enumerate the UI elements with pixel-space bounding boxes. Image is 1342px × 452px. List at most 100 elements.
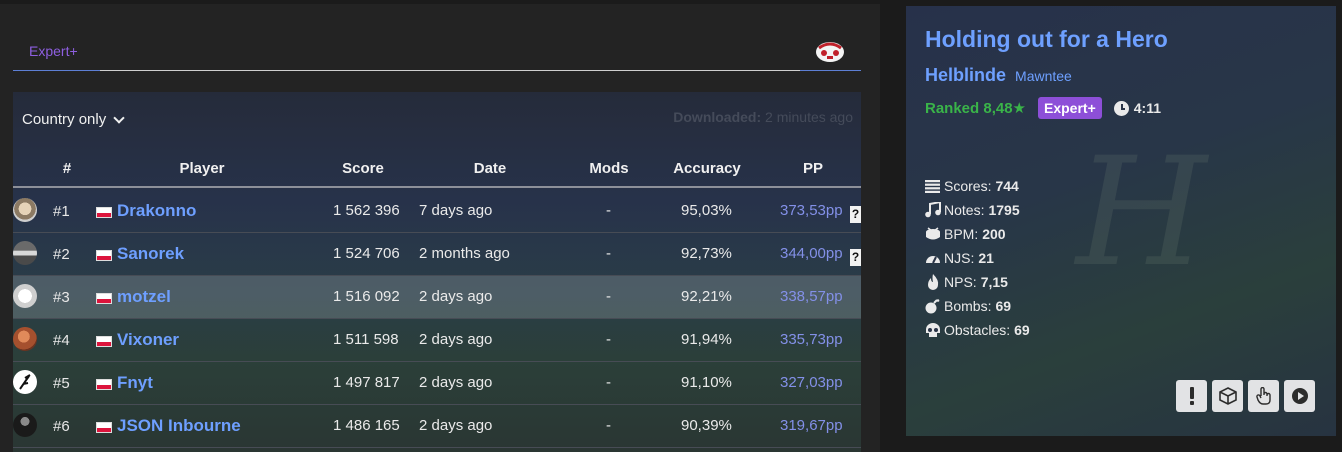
- rank: #2: [53, 246, 70, 263]
- tab-divider-right: [800, 70, 861, 71]
- player-name[interactable]: Fnyt: [117, 373, 153, 393]
- accuracy: 95,03%: [681, 202, 732, 219]
- song-status: Ranked 8,48★ Expert+ 4:11: [925, 96, 1161, 120]
- downloaded-label: Downloaded:: [673, 109, 762, 125]
- question-icon[interactable]: ?: [850, 206, 861, 223]
- poland-flag-icon: [96, 379, 112, 390]
- player-name[interactable]: Vixoner: [117, 330, 179, 350]
- flame-icon: [924, 274, 941, 290]
- poland-flag-icon: [96, 422, 112, 433]
- stat-value: 744: [995, 178, 1019, 194]
- report-button[interactable]: [1176, 380, 1207, 412]
- tab-expert-plus[interactable]: Expert+: [13, 32, 100, 71]
- col-accuracy[interactable]: Accuracy: [673, 160, 741, 177]
- chevron-down-icon: [113, 111, 125, 124]
- score: 1 511 598: [333, 331, 399, 348]
- downloaded-value: 2 minutes ago: [765, 109, 853, 125]
- date: 2 days ago: [419, 417, 493, 434]
- stat-notes: Notes: 1795: [924, 198, 1030, 222]
- table-row[interactable]: #6 JSON Inbourne 1 486 165 2 days ago - …: [13, 405, 861, 448]
- col-score[interactable]: Score: [342, 160, 384, 177]
- date: 2 months ago: [419, 245, 510, 262]
- play-icon: [1291, 388, 1308, 404]
- player-name[interactable]: JSON Inbourne: [117, 416, 241, 436]
- stat-label: NJS:: [944, 250, 975, 266]
- accuracy: 90,39%: [681, 417, 732, 434]
- accuracy: 92,21%: [681, 288, 732, 305]
- poland-flag-icon: [96, 293, 112, 304]
- table-row[interactable]: #2 Sanorek 1 524 706 2 months ago - 92,7…: [13, 233, 861, 276]
- score: 1 497 817: [333, 374, 400, 391]
- col-rank[interactable]: #: [63, 160, 71, 177]
- col-pp[interactable]: PP: [803, 160, 823, 177]
- mods: -: [606, 245, 611, 262]
- player-name[interactable]: Drakonno: [117, 201, 196, 221]
- downloaded-status: Downloaded: 2 minutes ago: [673, 109, 853, 125]
- avatar[interactable]: [13, 413, 37, 437]
- map-logo-icon[interactable]: [814, 38, 846, 64]
- tab-divider: [100, 70, 800, 71]
- exclamation-icon: [1189, 387, 1194, 405]
- song-author: Helblinde: [925, 65, 1007, 85]
- leaderboard-table: Country only Downloaded: 2 minutes ago #…: [13, 92, 861, 452]
- col-date[interactable]: Date: [474, 160, 507, 177]
- col-player[interactable]: Player: [179, 160, 224, 177]
- avatar[interactable]: [13, 284, 37, 308]
- skull-icon: [924, 322, 941, 338]
- bomb-icon: [924, 298, 941, 314]
- table-row[interactable]: #1 Drakonno 1 562 396 7 days ago - 95,03…: [13, 190, 861, 233]
- avatar[interactable]: [13, 198, 37, 222]
- table-row[interactable]: #4 Vixoner 1 511 598 2 days ago - 91,94%…: [13, 319, 861, 362]
- stat-label: Scores:: [944, 178, 992, 194]
- country-filter-dropdown[interactable]: Country only: [22, 111, 125, 128]
- stat-value: 69: [1014, 322, 1030, 338]
- pp: 327,03pp: [780, 374, 843, 391]
- col-mods[interactable]: Mods: [589, 160, 628, 177]
- rank: #5: [53, 375, 70, 392]
- stat-bpm: BPM: 200: [924, 222, 1030, 246]
- box-icon: [1218, 387, 1237, 405]
- table-header: # Player Score Date Mods Accuracy PP: [13, 150, 861, 188]
- stat-label: Notes:: [944, 202, 985, 218]
- song-info-panel: H Holding out for a Hero Helblinde Mawnt…: [906, 6, 1336, 436]
- mods: -: [606, 417, 611, 434]
- leaderboard-panel: Expert+ Country only Downloaded: 2 minut…: [0, 4, 880, 452]
- avatar[interactable]: [13, 241, 37, 265]
- stat-label: Obstacles:: [944, 322, 1011, 338]
- preview-button[interactable]: [1284, 380, 1315, 412]
- mods: -: [606, 202, 611, 219]
- accuracy: 92,73%: [681, 245, 732, 262]
- mods: -: [606, 288, 611, 305]
- rank: #3: [53, 289, 70, 306]
- stat-scores: Scores: 744: [924, 174, 1030, 198]
- mods: -: [606, 374, 611, 391]
- poland-flag-icon: [96, 207, 112, 218]
- score: 1 516 092: [333, 288, 400, 305]
- speedometer-icon: [924, 250, 941, 266]
- avatar[interactable]: [13, 327, 37, 351]
- song-title[interactable]: Holding out for a Hero: [925, 26, 1168, 53]
- list-icon: [924, 178, 941, 194]
- pp: 338,57pp: [780, 288, 843, 305]
- rank: #1: [53, 203, 70, 220]
- rank: #4: [53, 332, 70, 349]
- song-author-line: Helblinde Mawntee: [925, 65, 1072, 86]
- avatar[interactable]: [13, 370, 37, 394]
- stat-label: Bombs:: [944, 298, 992, 314]
- table-row[interactable]: #3 motzel 1 516 092 2 days ago - 92,21% …: [13, 276, 861, 319]
- question-icon[interactable]: ?: [850, 249, 861, 266]
- rank: #6: [53, 418, 70, 435]
- stat-obstacles: Obstacles: 69: [924, 318, 1030, 342]
- duration: 4:11: [1113, 100, 1161, 116]
- drum-icon: [924, 226, 941, 242]
- pointer-icon: [1255, 387, 1271, 405]
- table-row[interactable]: #5 Fnyt 1 497 817 2 days ago - 91,10% 32…: [13, 362, 861, 405]
- stat-njs: NJS: 21: [924, 246, 1030, 270]
- download-button[interactable]: [1212, 380, 1243, 412]
- player-name[interactable]: Sanorek: [117, 244, 184, 264]
- song-actions: [1176, 380, 1315, 412]
- player-name[interactable]: motzel: [117, 287, 171, 307]
- stat-value: 7,15: [980, 274, 1008, 290]
- oneclick-button[interactable]: [1248, 380, 1279, 412]
- song-mapper[interactable]: Mawntee: [1015, 68, 1072, 84]
